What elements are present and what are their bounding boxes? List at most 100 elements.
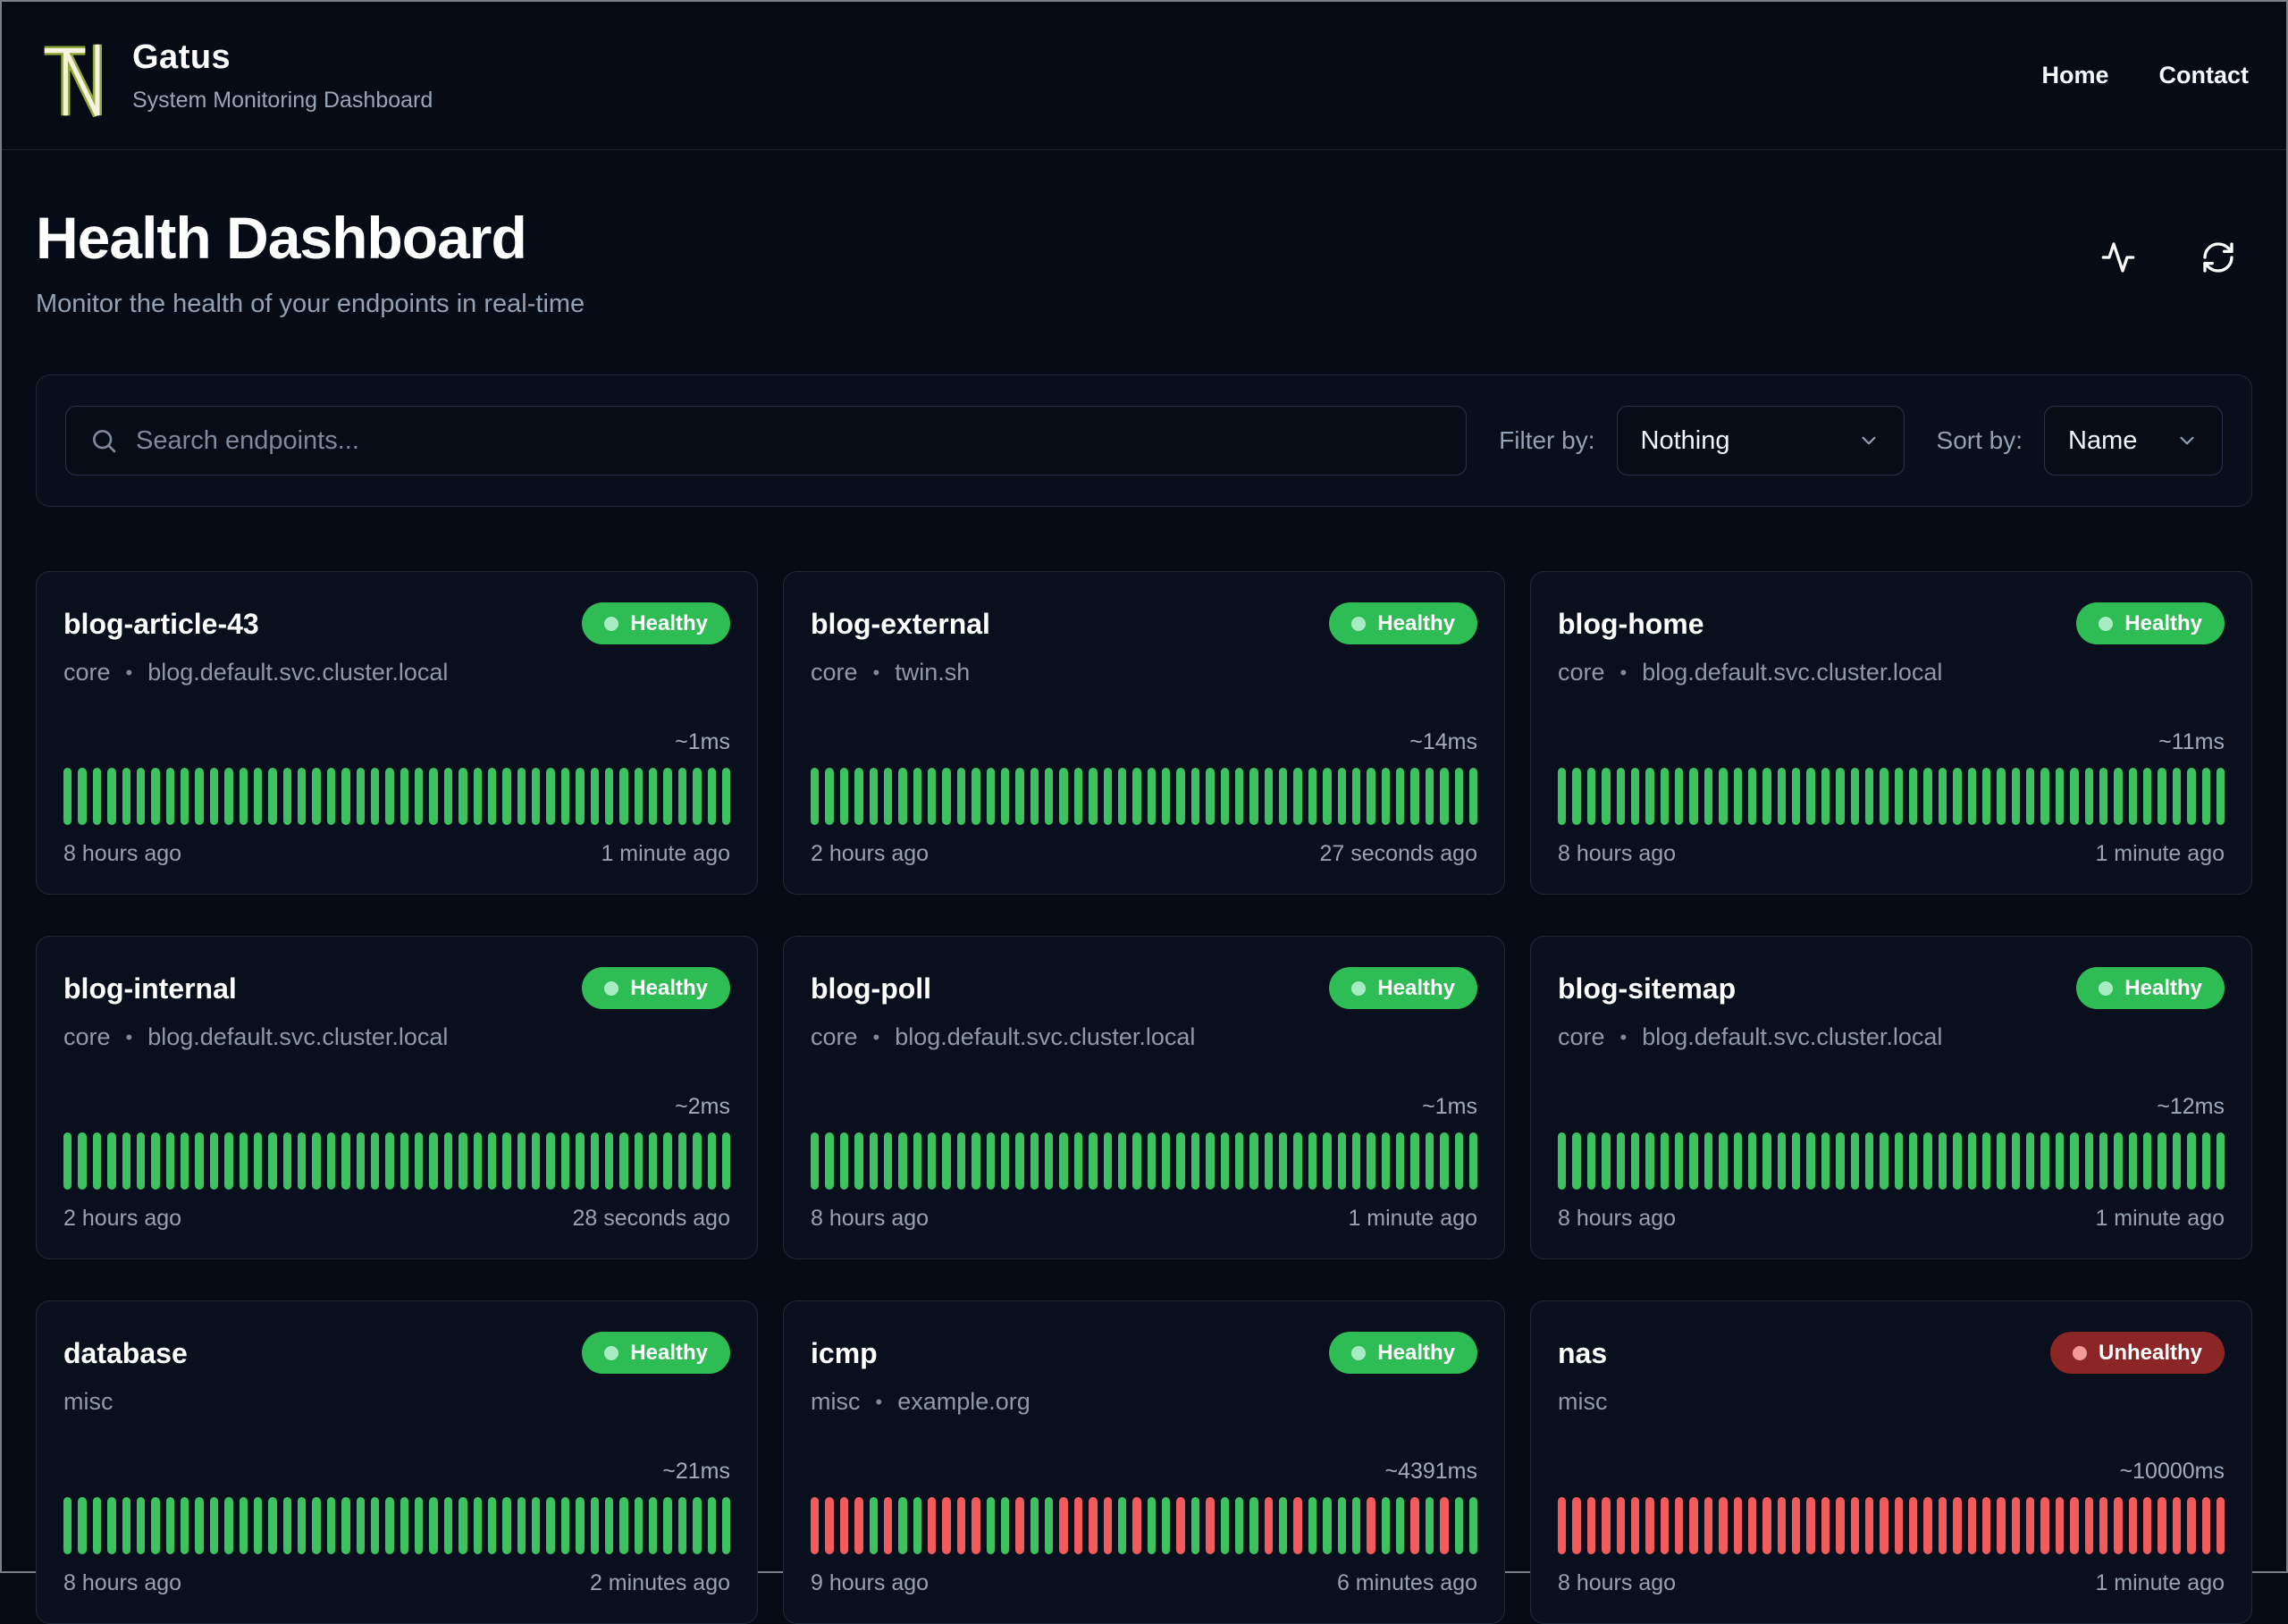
uptime-bar[interactable]: [1279, 1497, 1288, 1554]
uptime-bar[interactable]: [1660, 1497, 1669, 1554]
uptime-bar[interactable]: [1586, 1497, 1596, 1554]
uptime-bar[interactable]: [443, 1132, 453, 1190]
uptime-bar[interactable]: [1719, 1497, 1728, 1554]
uptime-bar[interactable]: [2187, 1497, 2196, 1554]
uptime-bar[interactable]: [1351, 1132, 1361, 1190]
uptime-bar[interactable]: [1293, 1132, 1302, 1190]
uptime-bar[interactable]: [195, 1132, 204, 1190]
uptime-bar[interactable]: [1777, 1132, 1786, 1190]
uptime-bar[interactable]: [2216, 1497, 2225, 1554]
uptime-bar[interactable]: [415, 1132, 424, 1190]
uptime-bar[interactable]: [458, 1497, 467, 1554]
uptime-bar[interactable]: [1206, 1132, 1215, 1190]
uptime-bar[interactable]: [473, 1132, 482, 1190]
uptime-bar[interactable]: [590, 1132, 599, 1190]
uptime-bar[interactable]: [443, 768, 453, 825]
uptime-bar[interactable]: [1558, 1132, 1567, 1190]
uptime-bar[interactable]: [1351, 1497, 1361, 1554]
uptime-bar[interactable]: [1440, 1132, 1449, 1190]
uptime-bar[interactable]: [239, 768, 248, 825]
uptime-bar[interactable]: [546, 768, 555, 825]
uptime-bar[interactable]: [326, 768, 336, 825]
uptime-bar[interactable]: [122, 768, 130, 825]
endpoint-card[interactable]: blog-internal Healthy core • blog.defaul…: [36, 936, 758, 1259]
uptime-bar[interactable]: [224, 1497, 233, 1554]
uptime-bar[interactable]: [576, 1497, 585, 1554]
uptime-bar[interactable]: [1234, 768, 1244, 825]
uptime-bar[interactable]: [1425, 1497, 1434, 1554]
uptime-bar[interactable]: [839, 1497, 849, 1554]
uptime-bar[interactable]: [1000, 1497, 1010, 1554]
uptime-bar[interactable]: [458, 1132, 467, 1190]
uptime-bar[interactable]: [1719, 1132, 1728, 1190]
uptime-bar[interactable]: [92, 1132, 102, 1190]
uptime-bar[interactable]: [517, 1497, 526, 1554]
uptime-bar[interactable]: [312, 1497, 321, 1554]
uptime-bar[interactable]: [1337, 1132, 1346, 1190]
uptime-bar[interactable]: [1850, 1497, 1859, 1554]
uptime-bar[interactable]: [1953, 768, 1962, 825]
uptime-bar[interactable]: [634, 768, 643, 825]
uptime-bar[interactable]: [649, 1132, 658, 1190]
uptime-bars[interactable]: [1558, 1132, 2225, 1190]
uptime-bar[interactable]: [517, 1132, 526, 1190]
uptime-bar[interactable]: [1821, 1497, 1830, 1554]
uptime-bar[interactable]: [2143, 768, 2152, 825]
uptime-bar[interactable]: [429, 1132, 438, 1190]
uptime-bar[interactable]: [1323, 1497, 1332, 1554]
uptime-bar[interactable]: [1454, 1497, 1463, 1554]
uptime-bar[interactable]: [1073, 768, 1083, 825]
uptime-bar[interactable]: [1132, 768, 1141, 825]
uptime-bar[interactable]: [2216, 1132, 2225, 1190]
uptime-bar[interactable]: [1425, 768, 1434, 825]
uptime-bar[interactable]: [253, 768, 263, 825]
uptime-bar[interactable]: [1308, 1132, 1317, 1190]
refresh-icon[interactable]: [2200, 240, 2236, 275]
uptime-bar[interactable]: [649, 768, 658, 825]
uptime-bar[interactable]: [1806, 768, 1815, 825]
uptime-bar[interactable]: [370, 768, 380, 825]
uptime-bar[interactable]: [1558, 768, 1567, 825]
uptime-bar[interactable]: [487, 768, 497, 825]
uptime-bar[interactable]: [253, 1497, 263, 1554]
uptime-bar[interactable]: [385, 1132, 394, 1190]
uptime-bar[interactable]: [312, 768, 321, 825]
uptime-bar[interactable]: [2055, 1132, 2065, 1190]
uptime-bar[interactable]: [1147, 768, 1156, 825]
uptime-bar[interactable]: [1850, 1132, 1859, 1190]
uptime-bar[interactable]: [576, 768, 585, 825]
search-input[interactable]: [136, 425, 1443, 456]
uptime-bar[interactable]: [1454, 768, 1463, 825]
uptime-bar[interactable]: [1089, 1132, 1098, 1190]
uptime-bar[interactable]: [1176, 1132, 1185, 1190]
uptime-bar[interactable]: [986, 1132, 995, 1190]
uptime-bar[interactable]: [209, 768, 219, 825]
uptime-bar[interactable]: [181, 1497, 189, 1554]
uptime-bar[interactable]: [619, 1132, 628, 1190]
uptime-bar[interactable]: [1981, 1497, 1991, 1554]
uptime-bar[interactable]: [1468, 768, 1478, 825]
uptime-bar[interactable]: [2143, 1132, 2152, 1190]
uptime-bar[interactable]: [1000, 768, 1010, 825]
uptime-bar[interactable]: [473, 768, 482, 825]
uptime-bar[interactable]: [282, 1132, 291, 1190]
uptime-bar[interactable]: [1997, 1132, 2006, 1190]
uptime-bar[interactable]: [693, 1497, 702, 1554]
uptime-bar[interactable]: [811, 768, 820, 825]
uptime-bar[interactable]: [400, 768, 408, 825]
uptime-bar[interactable]: [1602, 1132, 1611, 1190]
uptime-bar[interactable]: [253, 1132, 263, 1190]
uptime-bar[interactable]: [839, 768, 849, 825]
uptime-bar[interactable]: [707, 1497, 716, 1554]
uptime-bar[interactable]: [1045, 768, 1054, 825]
uptime-bar[interactable]: [1967, 768, 1976, 825]
uptime-bar[interactable]: [2187, 768, 2196, 825]
uptime-bar[interactable]: [1762, 768, 1771, 825]
uptime-bar[interactable]: [1850, 768, 1859, 825]
uptime-bar[interactable]: [1396, 1132, 1405, 1190]
uptime-bar[interactable]: [2011, 1132, 2020, 1190]
uptime-bar[interactable]: [1249, 1497, 1258, 1554]
uptime-bar[interactable]: [268, 1497, 277, 1554]
uptime-bar[interactable]: [1586, 1132, 1596, 1190]
uptime-bar[interactable]: [1836, 1132, 1845, 1190]
